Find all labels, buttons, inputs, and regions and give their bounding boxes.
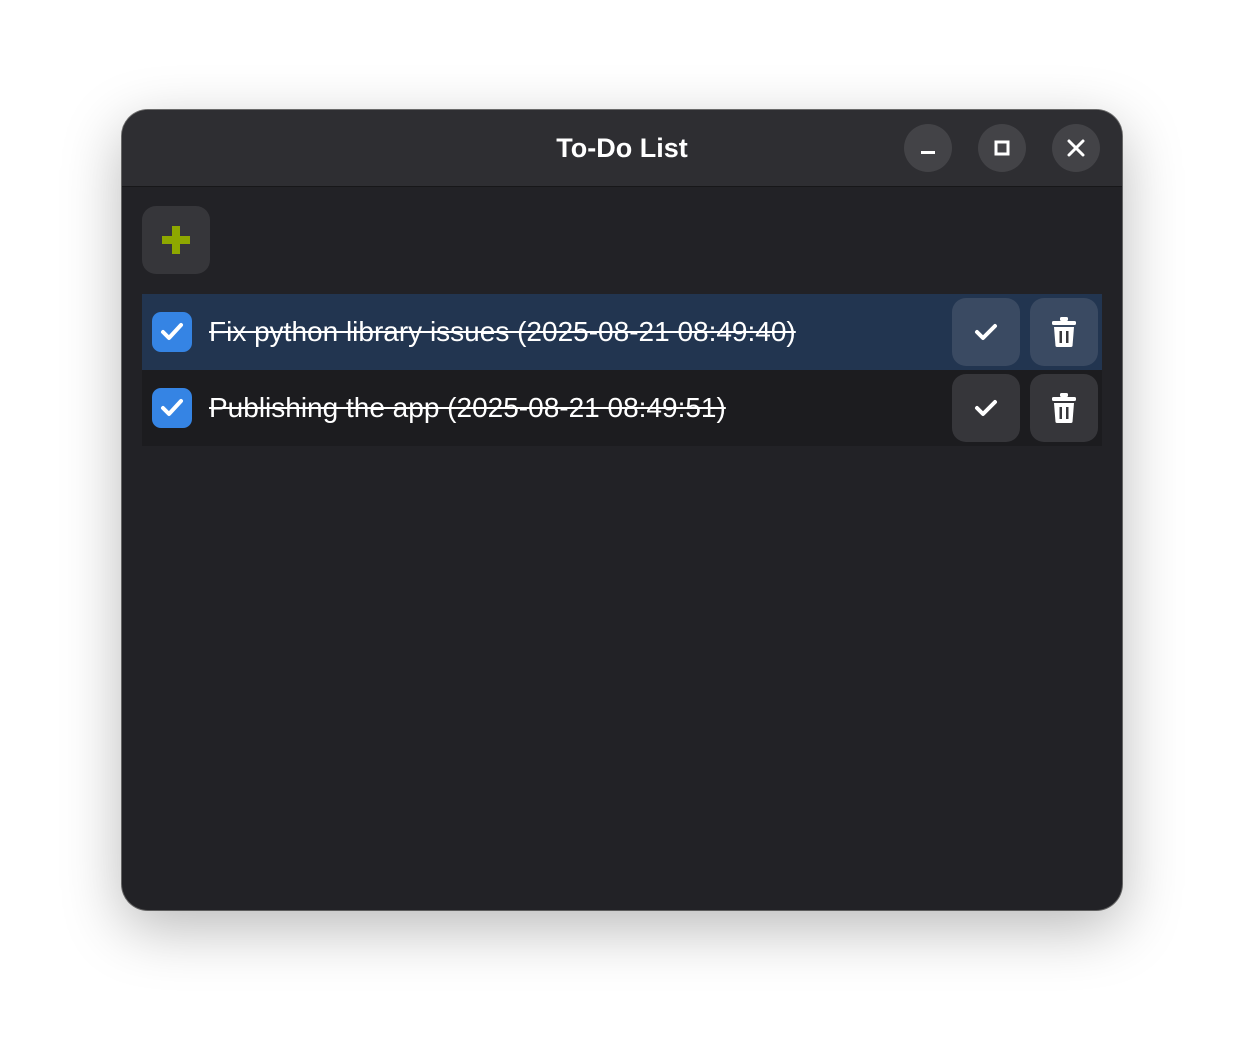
add-task-button[interactable] [142,206,210,274]
task-label: Fix python library issues (2025-08-21 08… [209,316,796,347]
app-window: To-Do List Fix python library issues (20… [122,110,1122,910]
trash-icon [1052,393,1076,423]
check-icon [975,324,997,340]
task-checkbox[interactable] [152,312,192,352]
mark-done-button[interactable] [952,374,1020,442]
checkmark-icon [161,399,183,416]
plus-icon [162,226,190,254]
minimize-button[interactable] [904,124,952,172]
task-list: Fix python library issues (2025-08-21 08… [142,294,1102,446]
task-row[interactable]: Publishing the app (2025-08-21 08:49:51) [142,370,1102,446]
title-bar[interactable]: To-Do List [122,110,1122,187]
checkmark-icon [161,323,183,340]
check-icon [975,400,997,416]
maximize-button[interactable] [978,124,1026,172]
trash-icon [1052,317,1076,347]
close-icon [1067,139,1085,157]
mark-done-button[interactable] [952,298,1020,366]
close-button[interactable] [1052,124,1100,172]
maximize-icon [994,140,1010,156]
window-title: To-Do List [556,133,688,163]
task-label: Publishing the app (2025-08-21 08:49:51) [209,392,726,423]
minimize-icon [921,151,935,154]
delete-button[interactable] [1030,298,1098,366]
task-row[interactable]: Fix python library issues (2025-08-21 08… [142,294,1102,370]
delete-button[interactable] [1030,374,1098,442]
task-checkbox[interactable] [152,388,192,428]
